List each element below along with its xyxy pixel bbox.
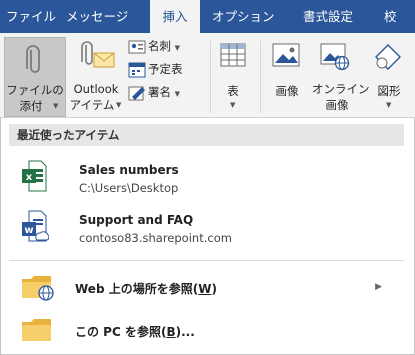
recent-items-header: 最近使ったアイテム xyxy=(9,124,404,146)
attach-file-label-1: ファイルの xyxy=(6,83,64,97)
chevron-down-icon: ▼ xyxy=(53,102,59,110)
table-button[interactable]: 表 xyxy=(218,83,248,100)
ribbon-separator xyxy=(260,41,261,113)
signature-button[interactable]: 署名 ▼ xyxy=(148,84,180,103)
outlook-item-label-1[interactable]: Outlook xyxy=(66,81,126,98)
recent-item-location: contoso83.sharepoint.com xyxy=(79,231,232,245)
browse-this-pc[interactable]: この PC を参照(B)... xyxy=(9,313,404,349)
business-card-button[interactable]: 名刺 ▼ xyxy=(148,38,180,57)
calendar-icon xyxy=(128,62,146,78)
menu-divider xyxy=(9,260,404,261)
online-pictures-label-1[interactable]: オンライン xyxy=(312,81,370,98)
table-icon xyxy=(220,43,246,67)
signature-label: 署名 xyxy=(148,85,171,99)
tab-message[interactable]: メッセージ xyxy=(66,0,128,33)
signature-icon xyxy=(128,86,145,101)
tab-insert[interactable]: 挿入 xyxy=(150,0,200,33)
pictures-button[interactable]: 画像 xyxy=(270,83,304,100)
chevron-down-icon: ▼ xyxy=(386,101,392,109)
ribbon-separator xyxy=(210,41,211,113)
tab-file[interactable]: ファイル xyxy=(6,0,56,33)
tab-options[interactable]: オプション xyxy=(212,0,275,33)
browse-web-locations[interactable]: Web 上の場所を参照(W) ▶ xyxy=(9,270,404,306)
svg-text:w: w xyxy=(24,225,33,236)
picture-icon xyxy=(272,43,300,67)
tab-review[interactable]: 校 xyxy=(384,0,397,33)
chevron-down-icon: ▼ xyxy=(230,101,236,109)
business-card-label: 名刺 xyxy=(148,39,171,53)
tab-format-text[interactable]: 書式設定 xyxy=(303,0,353,33)
online-pictures-label-2[interactable]: 画像 xyxy=(312,97,362,114)
business-card-icon xyxy=(128,40,146,54)
chevron-down-icon: ▼ xyxy=(116,101,122,109)
outlook-item-icon xyxy=(81,41,115,68)
word-cloud-file-icon: w xyxy=(22,210,49,242)
excel-file-icon: x xyxy=(22,160,47,192)
recent-item-title: Support and FAQ xyxy=(79,213,194,227)
recent-item-support-faq[interactable]: w Support and FAQ contoso83.sharepoint.c… xyxy=(9,202,404,252)
online-picture-icon xyxy=(320,43,350,71)
calendar-button[interactable]: 予定表 xyxy=(148,61,183,78)
outlook-item-label-2[interactable]: アイテム xyxy=(66,97,118,114)
recent-item-sales-numbers[interactable]: x Sales numbers C:\Users\Desktop xyxy=(9,154,404,202)
browse-web-label: Web 上の場所を参照(W) xyxy=(75,282,217,296)
chevron-right-icon: ▶ xyxy=(375,282,382,292)
chevron-down-icon: ▼ xyxy=(174,44,181,52)
attach-file-button[interactable]: ファイルの 添付 ▼ xyxy=(4,37,66,117)
recent-item-path: C:\Users\Desktop xyxy=(79,181,179,195)
chevron-down-icon: ▼ xyxy=(174,90,181,98)
svg-text:x: x xyxy=(26,172,33,183)
shapes-button[interactable]: 図形 xyxy=(372,83,406,100)
ribbon-commands: ファイルの 添付 ▼ Outlook アイテム ▼ 名刺 ▼ 予定表 署名 ▼ xyxy=(0,33,415,118)
ribbon-tab-bar: ファイル メッセージ 挿入 オプション 書式設定 校 xyxy=(0,0,415,33)
folder-icon xyxy=(22,319,51,341)
paperclip-icon xyxy=(26,45,40,73)
attach-file-dropdown: 最近使ったアイテム x Sales numbers C:\Users\Deskt… xyxy=(0,118,415,355)
shapes-icon xyxy=(375,44,401,70)
recent-item-title: Sales numbers xyxy=(79,163,179,177)
attach-file-label-2: 添付 xyxy=(19,99,43,113)
browse-pc-label: この PC を参照(B)... xyxy=(75,325,195,339)
folder-web-icon xyxy=(22,276,54,301)
